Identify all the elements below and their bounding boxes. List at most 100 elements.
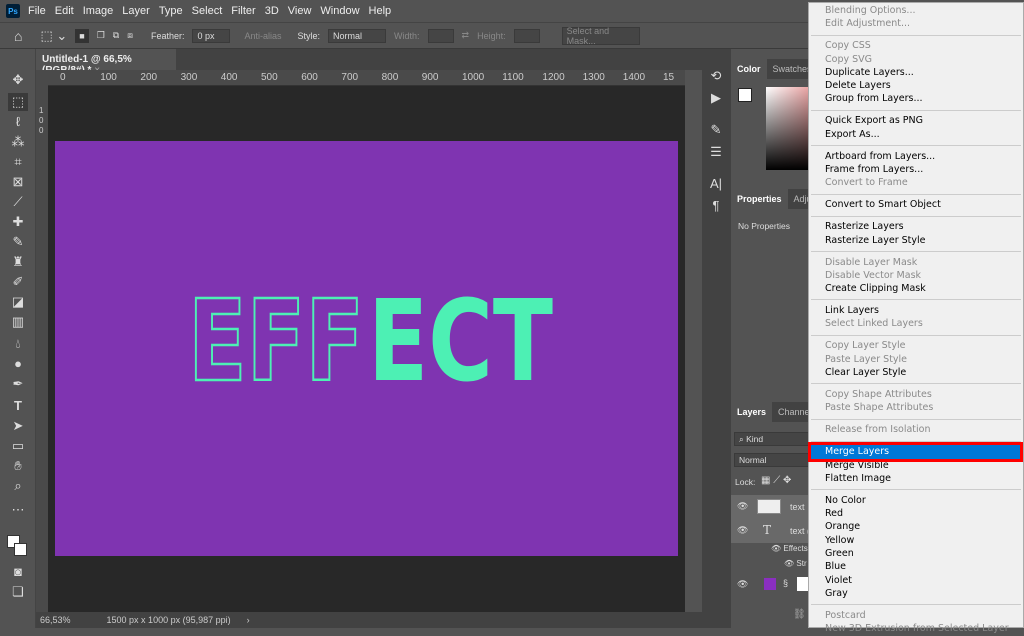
visibility-eye-icon[interactable]: 👁︎ bbox=[737, 525, 748, 536]
screen-mode-icon[interactable]: ❏ bbox=[8, 583, 28, 601]
more-tools-icon[interactable]: ⋯ bbox=[8, 501, 28, 519]
feather-input[interactable]: 0 px bbox=[192, 28, 231, 43]
color-picker-field[interactable] bbox=[766, 87, 811, 170]
width-input[interactable] bbox=[427, 28, 454, 43]
frame-tool-icon[interactable]: ⊠ bbox=[8, 173, 28, 191]
menu-window[interactable]: Window bbox=[320, 5, 359, 17]
menu-item-green[interactable]: Green bbox=[809, 547, 1023, 560]
menu-filter[interactable]: Filter bbox=[231, 5, 255, 17]
adjustments-sliders-icon[interactable]: ☰ bbox=[706, 143, 726, 161]
menu-item-create-clipping-mask[interactable]: Create Clipping Mask bbox=[809, 282, 1023, 295]
menu-select[interactable]: Select bbox=[192, 5, 223, 17]
canvas-artwork[interactable]: EFF ECT bbox=[55, 141, 678, 556]
style-select[interactable]: Normal bbox=[328, 28, 387, 43]
rectangle-tool-icon[interactable]: ▭ bbox=[8, 437, 28, 455]
brush-tool-icon[interactable]: ✎ bbox=[8, 233, 28, 251]
stamp-tool-icon[interactable]: ♜ bbox=[8, 253, 28, 271]
menu-3d[interactable]: 3D bbox=[265, 5, 279, 17]
select-and-mask-button[interactable]: Select and Mask... bbox=[561, 26, 640, 46]
home-icon[interactable]: ⌂ bbox=[14, 28, 22, 44]
layer-filter-kind[interactable]: ⌕ Kind bbox=[734, 432, 811, 446]
hand-tool-icon[interactable]: ✋︎ bbox=[8, 457, 28, 475]
height-input[interactable] bbox=[513, 28, 540, 43]
background-color-swatch[interactable] bbox=[14, 543, 27, 556]
layer-row-text-type[interactable]: 👁︎ T text ( bbox=[731, 519, 811, 543]
intersect-selection-icon[interactable]: ⧈ bbox=[127, 30, 133, 41]
blend-mode-select[interactable]: Normal bbox=[734, 453, 811, 467]
eyedropper-icon[interactable]: ⟋ bbox=[8, 193, 28, 211]
path-selection-icon[interactable]: ➤ bbox=[8, 417, 28, 435]
layer-effects-row[interactable]: 👁︎ Effects bbox=[771, 544, 808, 553]
actions-play-icon[interactable]: ▶ bbox=[706, 89, 726, 107]
layer-row-background[interactable]: 👁︎ § bbox=[731, 573, 811, 597]
visibility-eye-icon[interactable]: 👁︎ bbox=[737, 501, 748, 512]
zoom-level[interactable]: 66,53% bbox=[40, 615, 71, 625]
menu-item-rasterize-layer-style[interactable]: Rasterize Layer Style bbox=[809, 234, 1023, 247]
dodge-tool-icon[interactable]: ● bbox=[8, 355, 28, 373]
subtract-selection-icon[interactable]: ⧉ bbox=[113, 30, 119, 41]
type-tool-icon[interactable]: T bbox=[8, 397, 28, 415]
character-icon[interactable]: A| bbox=[706, 175, 726, 193]
menu-item-rasterize-layers[interactable]: Rasterize Layers bbox=[809, 220, 1023, 233]
add-selection-icon[interactable]: ❐ bbox=[97, 30, 105, 41]
menu-layer[interactable]: Layer bbox=[122, 5, 150, 17]
color-foreground-swatch[interactable] bbox=[738, 88, 752, 102]
menu-file[interactable]: File bbox=[28, 5, 46, 17]
link-layers-icon[interactable]: ⛓ bbox=[793, 609, 806, 620]
menu-item-red[interactable]: Red bbox=[809, 507, 1023, 520]
menu-help[interactable]: Help bbox=[369, 5, 392, 17]
tab-properties[interactable]: Properties bbox=[731, 189, 788, 209]
brush-settings-icon[interactable]: ✎ bbox=[706, 121, 726, 139]
menu-item-convert-to-smart-object[interactable]: Convert to Smart Object bbox=[809, 198, 1023, 211]
menu-item-frame-from-layers[interactable]: Frame from Layers... bbox=[809, 163, 1023, 176]
layer-row-text-raster[interactable]: 👁︎ text bbox=[731, 495, 811, 519]
menu-item-no-color[interactable]: No Color bbox=[809, 494, 1023, 507]
lock-icons[interactable]: ▦ ⟋ ✥ bbox=[761, 475, 791, 486]
zoom-tool-icon[interactable]: ⌕ bbox=[8, 477, 28, 495]
quick-mask-icon[interactable]: ◙ bbox=[8, 563, 28, 581]
visibility-eye-icon[interactable]: 👁︎ bbox=[737, 579, 748, 590]
pen-tool-icon[interactable]: ✒ bbox=[8, 375, 28, 393]
menu-item-duplicate-layers[interactable]: Duplicate Layers... bbox=[809, 66, 1023, 79]
lasso-tool-icon[interactable]: ℓ bbox=[8, 113, 28, 131]
menu-item-gray[interactable]: Gray bbox=[809, 587, 1023, 600]
menu-item-yellow[interactable]: Yellow bbox=[809, 534, 1023, 547]
document-tab[interactable]: Untitled-1 @ 66,5% (RGB/8#) * × bbox=[36, 49, 176, 76]
marquee-tool-icon[interactable]: ⬚ bbox=[8, 93, 28, 111]
menu-item-clear-layer-style[interactable]: Clear Layer Style bbox=[809, 366, 1023, 379]
menu-item-delete-layers[interactable]: Delete Layers bbox=[809, 79, 1023, 92]
crop-tool-icon[interactable]: ⌗ bbox=[8, 153, 28, 171]
swap-icon[interactable]: ⇄ bbox=[462, 30, 470, 41]
tab-color[interactable]: Color bbox=[731, 59, 767, 79]
menu-edit[interactable]: Edit bbox=[55, 5, 74, 17]
menu-image[interactable]: Image bbox=[83, 5, 114, 17]
gradient-icon[interactable]: ▥ bbox=[8, 313, 28, 331]
magic-wand-icon[interactable]: ⁂ bbox=[8, 133, 28, 151]
menu-type[interactable]: Type bbox=[159, 5, 183, 17]
marquee-preset-icon[interactable]: ⬚ ⌄ bbox=[40, 28, 67, 44]
menu-item-flatten-image[interactable]: Flatten Image bbox=[809, 472, 1023, 485]
eraser-icon[interactable]: ◪ bbox=[8, 293, 28, 311]
menu-view[interactable]: View bbox=[288, 5, 312, 17]
menu-item-export-as[interactable]: Export As... bbox=[809, 128, 1023, 141]
menu-item-blue[interactable]: Blue bbox=[809, 560, 1023, 573]
history-brush-icon[interactable]: ✐ bbox=[8, 273, 28, 291]
menu-item-merge-visible[interactable]: Merge Visible bbox=[809, 459, 1023, 472]
menu-item-artboard-from-layers[interactable]: Artboard from Layers... bbox=[809, 150, 1023, 163]
menu-item-group-from-layers[interactable]: Group from Layers... bbox=[809, 92, 1023, 105]
menu-item-quick-export-as-png[interactable]: Quick Export as PNG bbox=[809, 114, 1023, 127]
menu-item-merge-layers[interactable]: Merge Layers bbox=[808, 442, 1023, 462]
status-arrow-icon[interactable]: › bbox=[247, 615, 250, 625]
menu-item-link-layers[interactable]: Link Layers bbox=[809, 304, 1023, 317]
tab-layers[interactable]: Layers bbox=[731, 402, 773, 422]
blur-tool-icon[interactable]: 💧︎ bbox=[8, 335, 28, 353]
anti-alias-checkbox[interactable]: Anti-alias bbox=[244, 31, 281, 41]
history-icon[interactable]: ⟲ bbox=[706, 67, 726, 85]
new-selection-icon[interactable]: ■ bbox=[75, 28, 89, 43]
menu-item-violet[interactable]: Violet bbox=[809, 574, 1023, 587]
paragraph-icon[interactable]: ¶ bbox=[706, 197, 726, 215]
move-tool-icon[interactable]: ✥ bbox=[8, 71, 28, 89]
menu-item-orange[interactable]: Orange bbox=[809, 520, 1023, 533]
healing-brush-icon[interactable]: ✚ bbox=[8, 213, 28, 231]
stroke-effect-row[interactable]: 👁︎ Str bbox=[784, 559, 807, 568]
